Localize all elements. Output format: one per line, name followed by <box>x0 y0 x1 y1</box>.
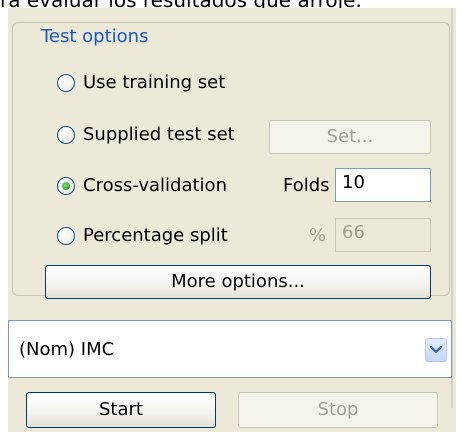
percentage-input[interactable]: 66 <box>335 218 431 252</box>
radio-supplied-test-set[interactable] <box>57 126 75 144</box>
radio-label-cross-validation: Cross-validation <box>83 175 227 196</box>
radio-row-use-training-set[interactable]: Use training set <box>57 69 225 97</box>
class-attribute-select[interactable]: (Nom) IMC <box>8 320 452 378</box>
radio-row-cross-validation[interactable]: Cross-validation <box>57 172 227 200</box>
radio-cross-validation[interactable] <box>57 177 75 195</box>
class-attribute-value: (Nom) IMC <box>19 339 115 360</box>
set-button[interactable]: Set... <box>269 120 431 154</box>
test-options-title: Test options <box>37 26 153 48</box>
stop-button[interactable]: Stop <box>238 392 438 428</box>
radio-row-supplied-test-set[interactable]: Supplied test set <box>57 121 235 149</box>
radio-label-percentage-split: Percentage split <box>83 225 228 246</box>
dropdown-button[interactable] <box>425 338 447 362</box>
percent-label: % <box>309 225 327 246</box>
classifier-panel: Test options Use training set Supplied t… <box>8 8 456 432</box>
folds-input[interactable]: 10 <box>335 168 431 202</box>
radio-row-percentage-split[interactable]: Percentage split <box>57 222 228 250</box>
folds-label: Folds <box>283 175 330 196</box>
more-options-button[interactable]: More options... <box>45 265 431 299</box>
radio-label-use-training-set: Use training set <box>83 72 226 93</box>
radio-use-training-set[interactable] <box>57 74 75 92</box>
start-button[interactable]: Start <box>26 392 216 428</box>
test-options-groupbox: Test options Use training set Supplied t… <box>12 22 450 299</box>
radio-percentage-split[interactable] <box>57 227 75 245</box>
chevron-down-icon <box>430 346 442 354</box>
radio-label-supplied-test-set: Supplied test set <box>83 124 235 145</box>
